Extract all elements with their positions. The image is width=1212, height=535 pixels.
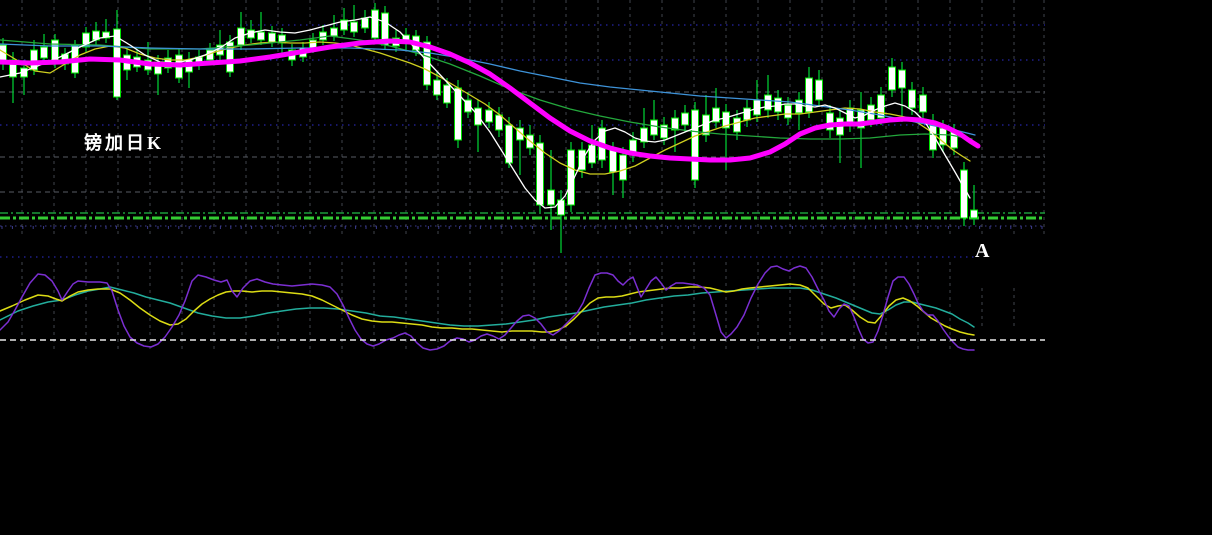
trading-chart-window: 镑加日K A [0, 0, 1212, 535]
candlestick-chart-canvas[interactable] [0, 0, 1212, 535]
annotation-a-label: A [975, 240, 990, 262]
chart-title: 镑加日K [84, 133, 165, 153]
